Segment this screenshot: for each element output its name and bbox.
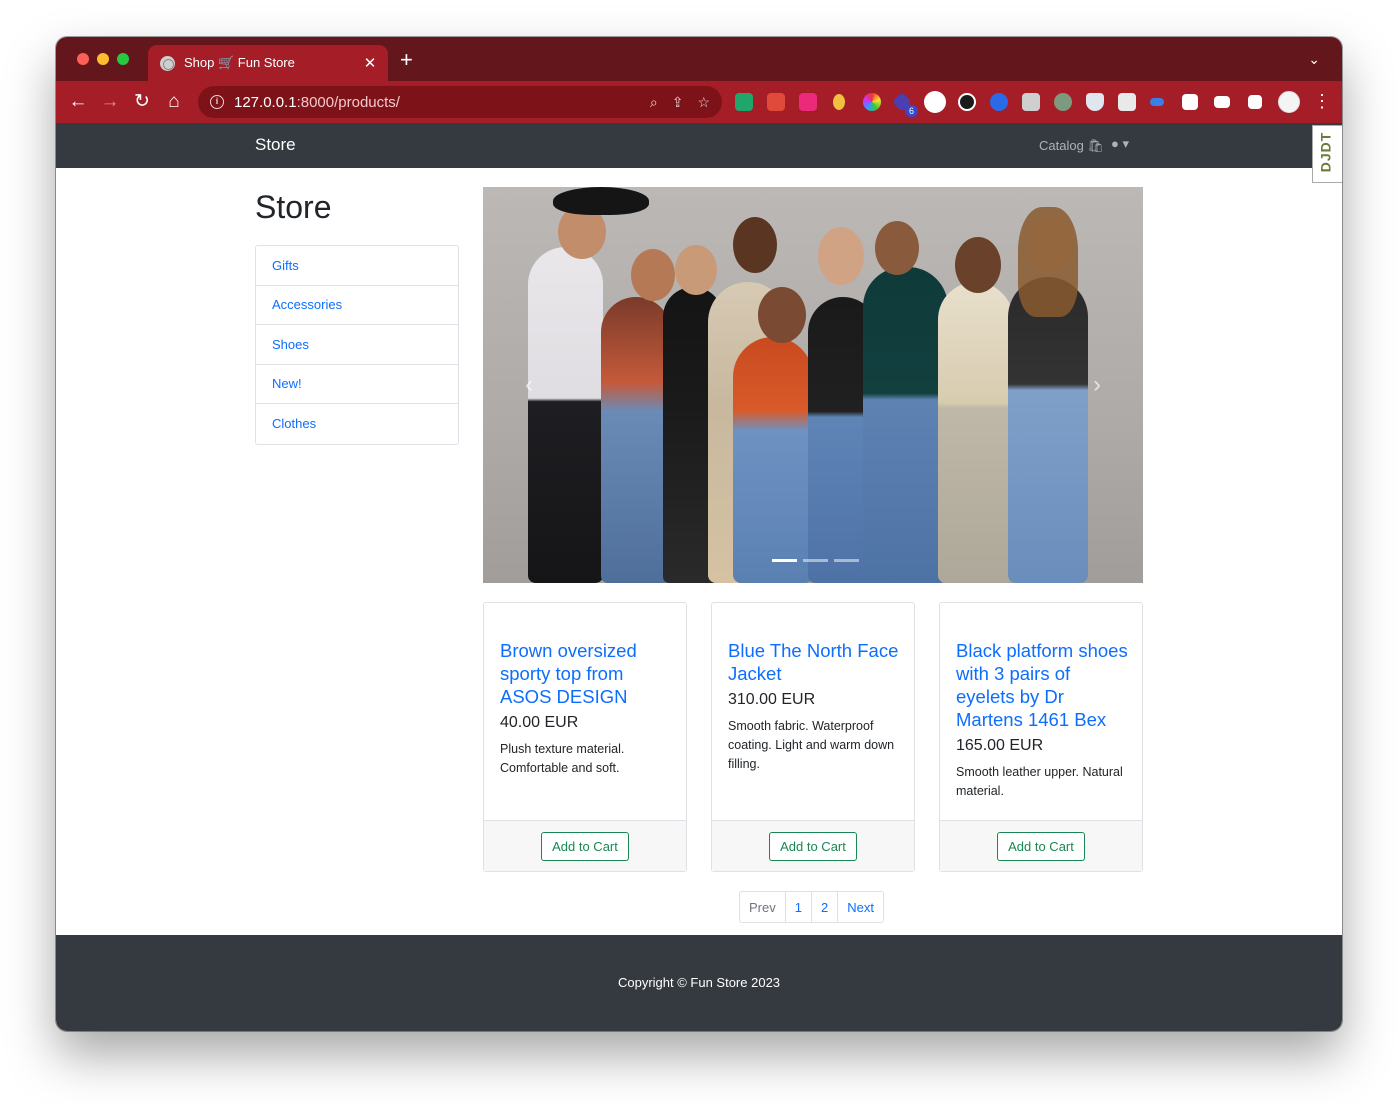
- hero-carousel[interactable]: ‹ ›: [483, 187, 1143, 583]
- site-info-icon[interactable]: i: [210, 95, 224, 109]
- carousel-indicator[interactable]: [772, 559, 797, 562]
- extension-icon[interactable]: [735, 93, 753, 111]
- reading-list-icon[interactable]: [1214, 96, 1230, 108]
- debug-toolbar-handle[interactable]: DJDT: [1312, 125, 1342, 183]
- json-viewer-icon[interactable]: [924, 91, 946, 113]
- pagination-page-2[interactable]: 2: [810, 892, 837, 922]
- home-button[interactable]: ⌂: [162, 90, 186, 114]
- category-gifts[interactable]: Gifts: [256, 246, 458, 286]
- product-description: Smooth leather upper. Natural material.: [956, 765, 1123, 798]
- product-title[interactable]: Brown oversized sporty top from ASOS DES…: [500, 639, 672, 708]
- product-card: Black platform shoes with 3 pairs of eye…: [939, 602, 1143, 872]
- category-clothes[interactable]: Clothes: [256, 404, 458, 444]
- color-picker-icon[interactable]: [863, 93, 881, 111]
- carousel-indicator[interactable]: [834, 559, 859, 562]
- code-icon[interactable]: [1150, 98, 1164, 106]
- tab-shop[interactable]: Shop 🛒 Fun Store ✕: [148, 45, 388, 81]
- menu-icon[interactable]: ⋮: [1313, 91, 1331, 112]
- tab-strip: Shop 🛒 Fun Store ✕ + ⌄: [56, 37, 1342, 81]
- product-description: Plush texture material. Comfortable and …: [500, 742, 625, 775]
- pagination-next[interactable]: Next: [837, 892, 883, 922]
- forward-button[interactable]: →: [98, 90, 122, 114]
- reload-button[interactable]: ↻: [130, 90, 154, 114]
- category-shoes[interactable]: Shoes: [256, 325, 458, 365]
- tab-title: Shop 🛒 Fun Store: [184, 55, 295, 70]
- product-price: 40.00 EUR: [500, 714, 579, 731]
- add-to-cart-button[interactable]: Add to Cart: [997, 831, 1085, 861]
- minimize-window-button[interactable]: [97, 53, 109, 65]
- profile-avatar[interactable]: [1278, 91, 1300, 113]
- carousel-prev-icon[interactable]: ‹: [525, 371, 533, 399]
- check-circle-icon[interactable]: [958, 93, 976, 111]
- close-window-button[interactable]: [77, 53, 89, 65]
- product-title[interactable]: Blue The North Face Jacket: [728, 639, 900, 685]
- pagination-prev[interactable]: Prev: [740, 892, 785, 922]
- add-to-cart-button[interactable]: Add to Cart: [769, 831, 857, 861]
- site-footer: Copyright © Fun Store 2023: [56, 935, 1342, 1031]
- maximize-window-button[interactable]: [117, 53, 129, 65]
- carousel-indicators: [772, 559, 859, 562]
- extension-icon[interactable]: [833, 94, 845, 110]
- djdt-label: DJDT: [1317, 131, 1334, 173]
- back-button[interactable]: ←: [66, 90, 90, 114]
- product-card: Blue The North Face Jacket 310.00 EUR Sm…: [711, 602, 915, 872]
- catalog-link[interactable]: Catalog 🛍: [1039, 138, 1104, 154]
- shield-icon[interactable]: [1086, 93, 1104, 111]
- side-panel-icon[interactable]: [1248, 95, 1262, 109]
- web-page: Store Catalog 🛍 ● ▾ DJDT Store Gifts Acc…: [56, 123, 1342, 1031]
- site-brand[interactable]: Store: [255, 135, 296, 155]
- tab-search-icon[interactable]: ⌄: [1308, 51, 1320, 68]
- site-navbar: Store Catalog 🛍 ● ▾ DJDT: [56, 123, 1342, 183]
- extension-badge: 6: [905, 105, 918, 117]
- carousel-next-icon[interactable]: ›: [1093, 371, 1101, 399]
- user-dropdown[interactable]: ● ▾: [1111, 136, 1129, 152]
- address-bar[interactable]: i 127.0.0.1 :8000/products/ ⌕ ⇪ ☆: [198, 86, 722, 118]
- browser-window: Shop 🛒 Fun Store ✕ + ⌄ ← → ↻ ⌂ i 127.0.0…: [56, 37, 1342, 1031]
- recycle-icon[interactable]: [1054, 93, 1072, 111]
- extension-icon[interactable]: [799, 93, 817, 111]
- folder-icon[interactable]: [1022, 93, 1040, 111]
- url-host: 127.0.0.1: [234, 93, 297, 111]
- extension-icon[interactable]: [1118, 93, 1136, 111]
- url-path: :8000/products/: [296, 93, 400, 111]
- extension-icon[interactable]: [767, 93, 785, 111]
- page-title: Store: [255, 189, 332, 225]
- product-title[interactable]: Black platform shoes with 3 pairs of eye…: [956, 639, 1128, 731]
- add-to-cart-button[interactable]: Add to Cart: [541, 831, 629, 861]
- pagination: Prev 1 2 Next: [739, 891, 884, 923]
- new-tab-button[interactable]: +: [400, 49, 413, 71]
- carousel-indicator[interactable]: [803, 559, 828, 562]
- bookmark-star-icon[interactable]: ☆: [697, 94, 710, 111]
- category-list: Gifts Accessories Shoes New! Clothes: [255, 245, 459, 445]
- puzzle-icon[interactable]: [1182, 94, 1198, 110]
- product-price: 165.00 EUR: [956, 737, 1044, 754]
- pagination-page-1[interactable]: 1: [784, 892, 811, 922]
- product-price: 310.00 EUR: [728, 691, 816, 708]
- category-new[interactable]: New!: [256, 365, 458, 404]
- tab-close-icon[interactable]: ✕: [362, 54, 378, 72]
- globe-icon: [160, 55, 175, 71]
- extension-icon[interactable]: [990, 93, 1008, 111]
- product-card: Brown oversized sporty top from ASOS DES…: [483, 602, 687, 872]
- share-icon[interactable]: ⇪: [672, 94, 684, 111]
- carousel-image: [483, 187, 1143, 583]
- browser-toolbar: ← → ↻ ⌂ i 127.0.0.1 :8000/products/ ⌕ ⇪ …: [56, 81, 1342, 123]
- zoom-icon[interactable]: ⌕: [650, 94, 658, 111]
- copyright-text: Copyright © Fun Store 2023: [617, 975, 781, 990]
- category-accessories[interactable]: Accessories: [256, 286, 458, 325]
- product-description: Smooth fabric. Waterproof coating. Light…: [728, 719, 895, 771]
